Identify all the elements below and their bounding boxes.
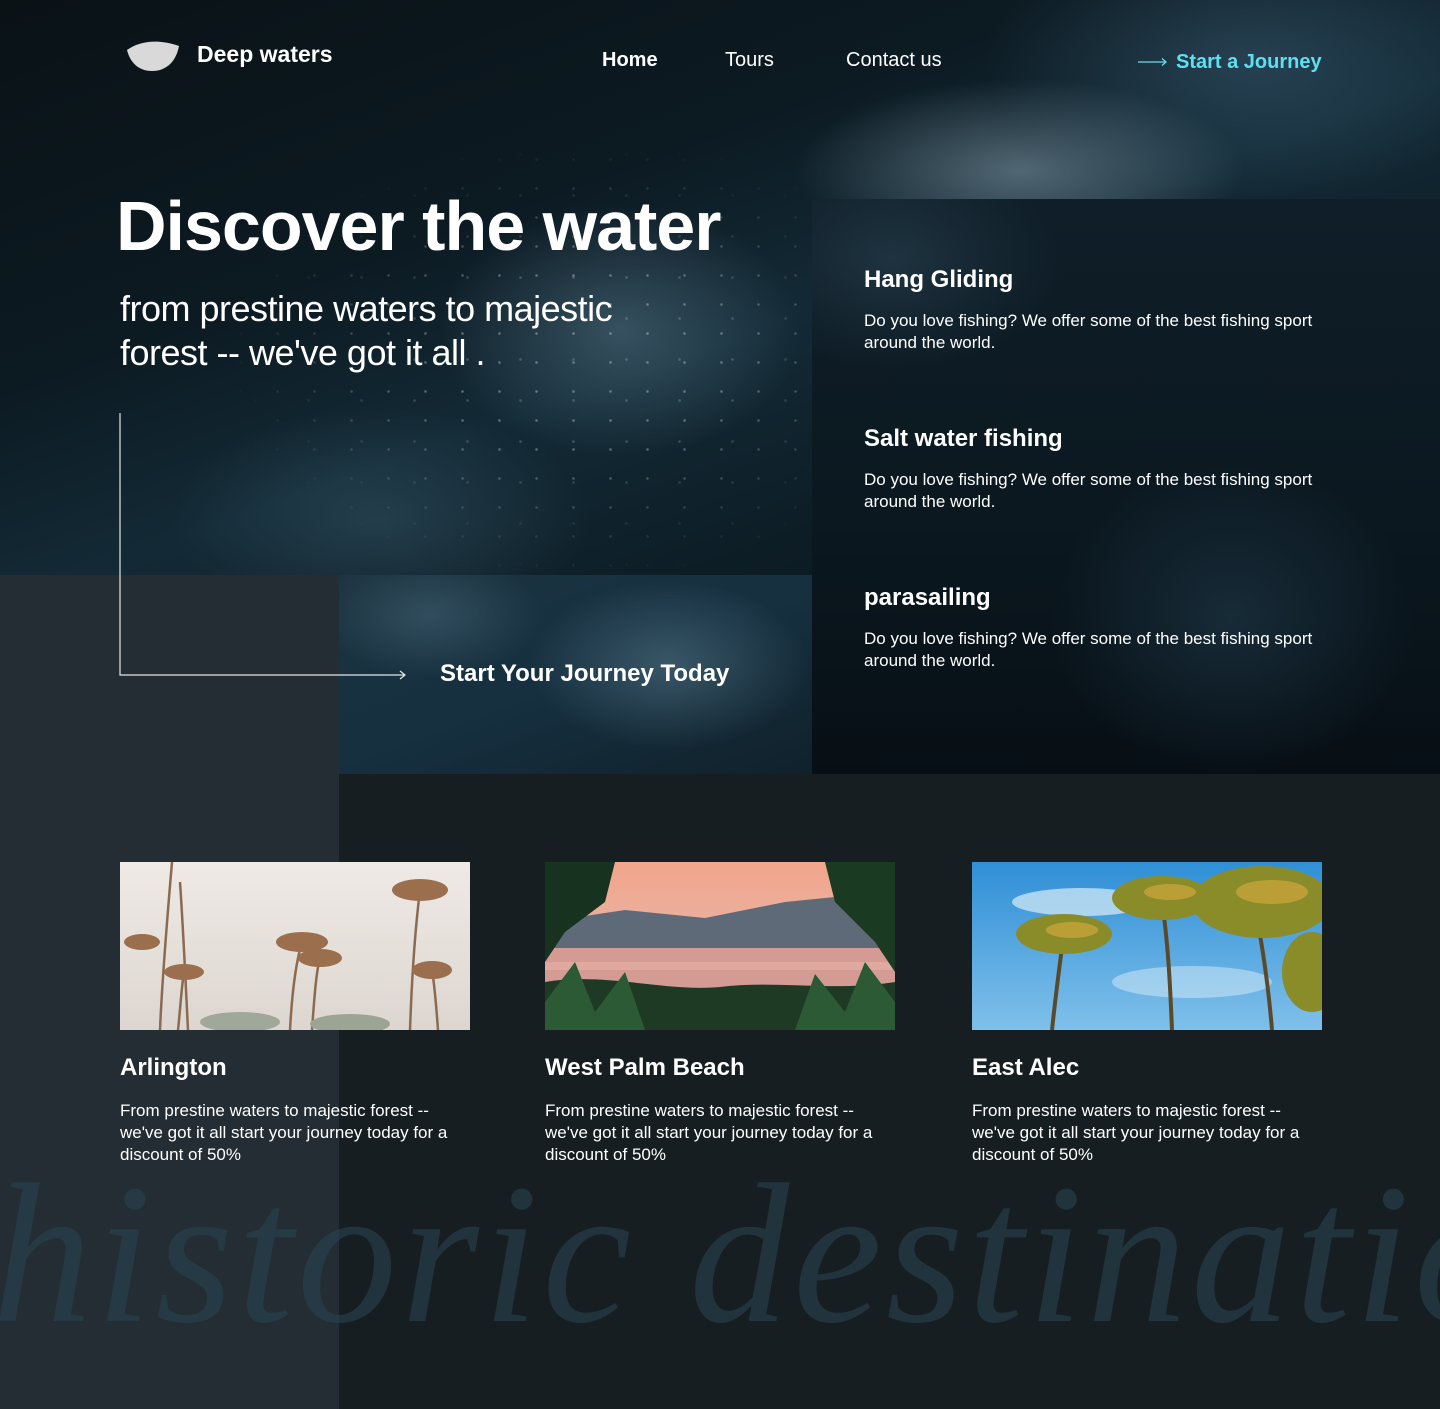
nav-tours[interactable]: Tours bbox=[725, 49, 774, 72]
feature-text: Do you love fishing? We offer some of th… bbox=[864, 311, 1313, 352]
feature-title: parasailing bbox=[864, 584, 991, 611]
feature-text: Do you love fishing? We offer some of th… bbox=[864, 470, 1313, 511]
hero-title: Discover the water bbox=[116, 187, 721, 265]
start-journey-link[interactable]: Start a Journey bbox=[1138, 49, 1322, 75]
feature-item: Salt water fishing Do you love fishing? … bbox=[864, 425, 1364, 513]
watermark-text: historic destination bbox=[0, 1144, 1440, 1365]
destination-text: From prestine waters to majestic forest … bbox=[972, 1101, 1300, 1164]
destination-name[interactable]: Arlington bbox=[120, 1054, 470, 1082]
hero-subtitle: from prestine waters to majestic forest … bbox=[120, 288, 613, 373]
feature-item: parasailing Do you love fishing? We offe… bbox=[864, 584, 1364, 672]
start-journey-label: Start a Journey bbox=[1176, 50, 1322, 73]
feature-title: Salt water fishing bbox=[864, 425, 1063, 452]
destination-card[interactable]: West Palm Beach From prestine waters to … bbox=[545, 862, 895, 1166]
destination-card[interactable]: Arlington From prestine waters to majest… bbox=[120, 862, 470, 1166]
feature-text: Do you love fishing? We offer some of th… bbox=[864, 629, 1313, 670]
destination-name[interactable]: West Palm Beach bbox=[545, 1054, 895, 1082]
destination-image-west-palm-beach[interactable] bbox=[545, 862, 895, 1030]
feature-title: Hang Gliding bbox=[864, 266, 1014, 293]
cta-connector-arrow-icon bbox=[119, 413, 406, 680]
logo-icon[interactable] bbox=[126, 40, 180, 72]
feature-item: Hang Gliding Do you love fishing? We off… bbox=[864, 266, 1364, 354]
destination-text: From prestine waters to majestic forest … bbox=[545, 1101, 873, 1164]
brand-name[interactable]: Deep waters bbox=[197, 41, 333, 68]
arrow-right-icon bbox=[1138, 58, 1167, 66]
destination-image-east-alec[interactable] bbox=[972, 862, 1322, 1030]
destination-text: From prestine waters to majestic forest … bbox=[120, 1101, 448, 1164]
nav-home[interactable]: Home bbox=[602, 49, 658, 72]
destination-image-arlington[interactable] bbox=[120, 862, 470, 1030]
destination-card[interactable]: East Alec From prestine waters to majest… bbox=[972, 862, 1322, 1166]
start-your-journey-button[interactable]: Start Your Journey Today bbox=[440, 660, 729, 688]
destination-name[interactable]: East Alec bbox=[972, 1054, 1322, 1082]
nav-contact-us[interactable]: Contact us bbox=[846, 49, 942, 72]
